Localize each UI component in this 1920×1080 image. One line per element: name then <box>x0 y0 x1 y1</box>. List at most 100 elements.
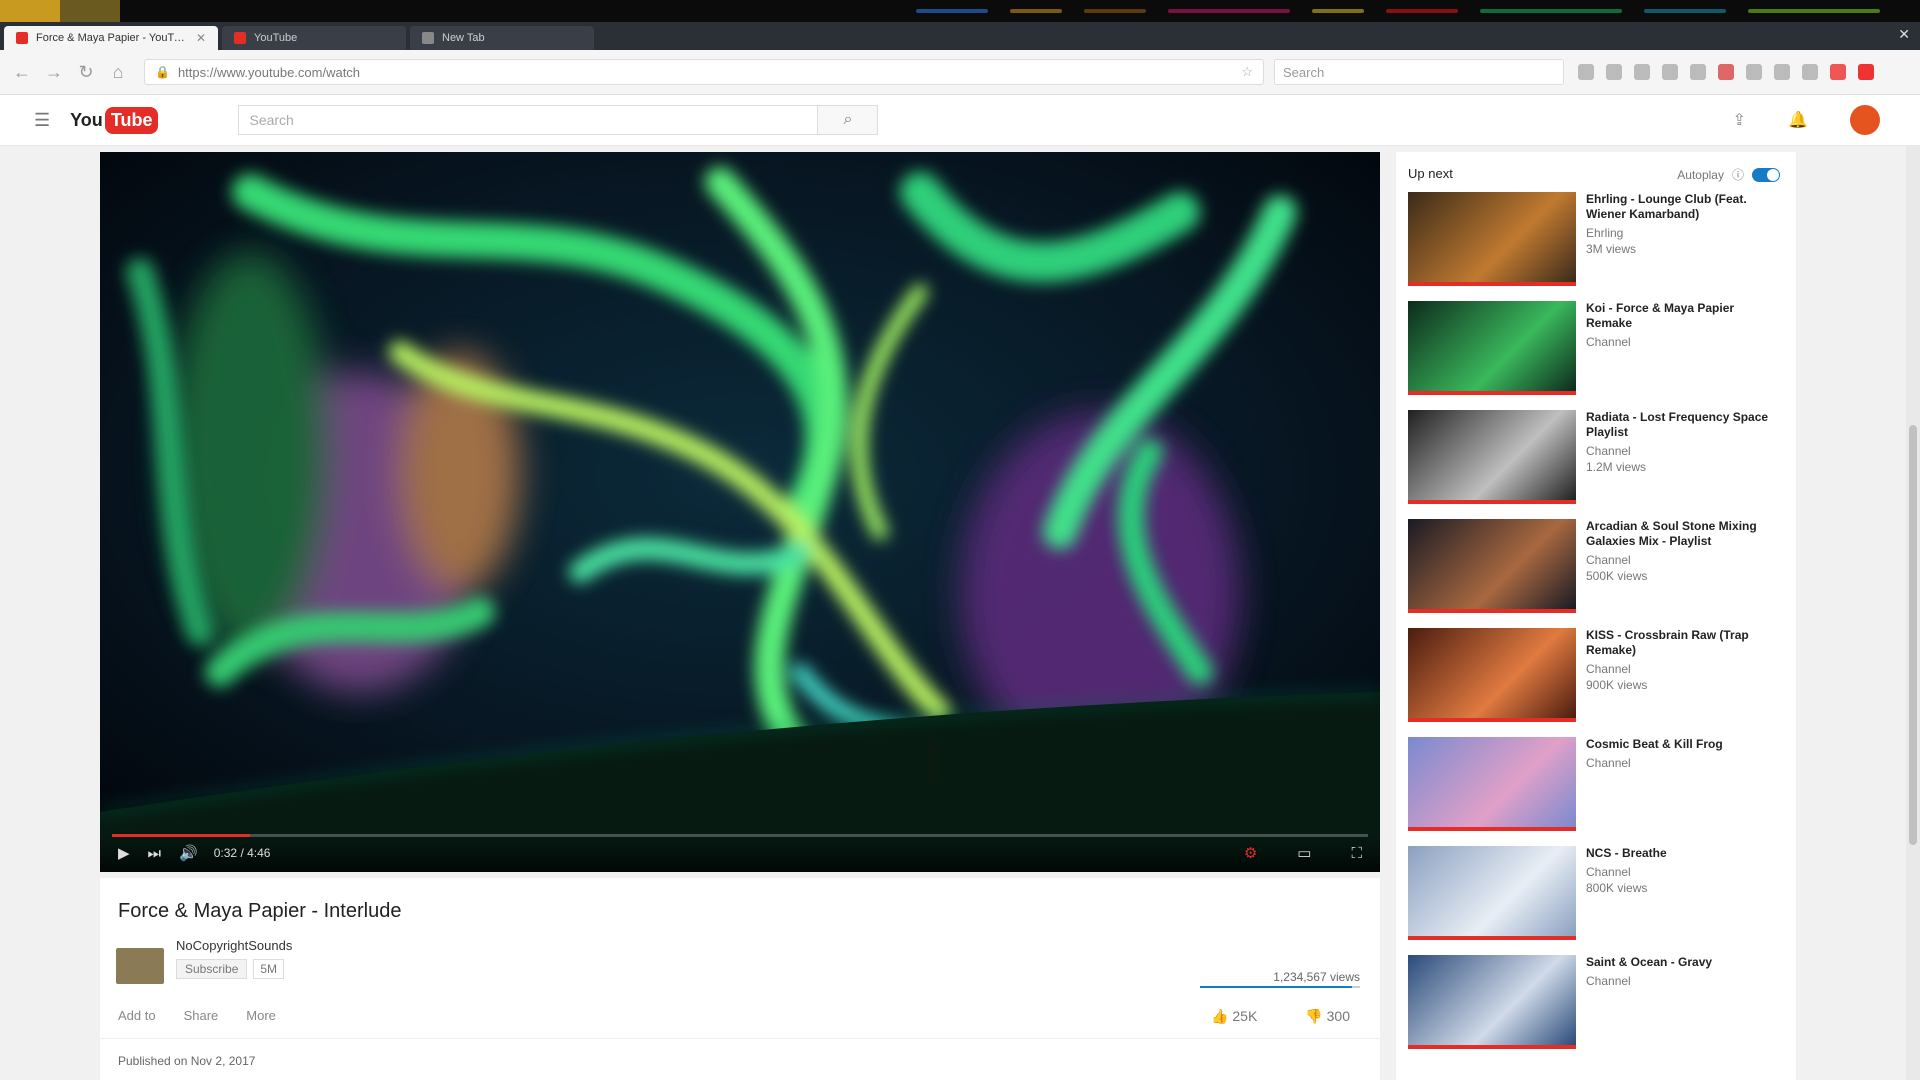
page-scrollbar[interactable] <box>1906 145 1920 1080</box>
video-title[interactable]: Cosmic Beat & Kill Frog <box>1586 737 1781 752</box>
user-avatar[interactable] <box>1850 105 1880 135</box>
browser-tab[interactable]: New Tab <box>410 26 594 50</box>
video-title[interactable]: Saint & Ocean - Gravy <box>1586 955 1781 970</box>
reload-icon[interactable]: ↻ <box>70 62 102 83</box>
extension-icon[interactable] <box>1578 64 1594 80</box>
extension-icon[interactable] <box>1662 64 1678 80</box>
extension-icon[interactable] <box>1690 64 1706 80</box>
video-player[interactable]: ▶ ⏭ 🔊 0:32 / 4:46 ⚙ ▭ ⛶ <box>100 152 1380 872</box>
recommended-video[interactable]: Radiata - Lost Frequency Space Playlist C… <box>1408 410 1788 506</box>
extension-icon[interactable] <box>1634 64 1650 80</box>
sys-block <box>0 0 60 22</box>
sys-widgets <box>916 9 1880 13</box>
more-button[interactable]: More <box>246 1008 276 1023</box>
play-icon[interactable]: ▶ <box>118 844 130 862</box>
video-actions: Add to Share More <box>118 1008 276 1023</box>
recommended-video[interactable]: Arcadian & Soul Stone Mixing Galaxies Mi… <box>1408 519 1788 615</box>
video-title[interactable]: Arcadian & Soul Stone Mixing Galaxies Mi… <box>1586 519 1781 549</box>
sys-block <box>60 0 120 22</box>
like-ratio-bar <box>1200 986 1360 988</box>
next-icon[interactable]: ⏭ <box>148 845 162 862</box>
recommended-video[interactable]: Ehrling - Lounge Club (Feat. Wiener Kama… <box>1408 192 1788 288</box>
window-close-icon[interactable]: ✕ <box>1898 26 1910 43</box>
recommended-video[interactable]: NCS - Breathe Channel 800K views <box>1408 846 1788 942</box>
video-thumbnail[interactable] <box>1408 192 1576 286</box>
back-icon[interactable]: ← <box>6 62 38 83</box>
scrollbar-thumb[interactable] <box>1909 425 1917 845</box>
info-icon[interactable]: ⓘ <box>1732 166 1744 183</box>
browser-search-input[interactable]: Search <box>1274 59 1564 85</box>
add-to-button[interactable]: Add to <box>118 1008 156 1023</box>
like-ratio-fill <box>1200 986 1352 988</box>
extension-icon[interactable] <box>1858 64 1874 80</box>
video-thumbnail[interactable] <box>1408 955 1576 1049</box>
video-title[interactable]: Koi - Force & Maya Papier Remake <box>1586 301 1781 331</box>
sys-widget <box>1312 9 1364 13</box>
fullscreen-icon[interactable]: ⛶ <box>1351 845 1362 862</box>
recommended-video[interactable]: Saint & Ocean - Gravy Channel <box>1408 955 1788 1051</box>
video-thumbnail[interactable] <box>1408 410 1576 504</box>
video-channel: Channel <box>1586 444 1631 458</box>
bookmark-star-icon[interactable]: ☆ <box>1241 64 1253 80</box>
extension-icon[interactable] <box>1606 64 1622 80</box>
lock-icon: 🔒 <box>155 65 170 79</box>
close-icon[interactable]: ✕ <box>196 31 206 45</box>
autoplay-label: Autoplay <box>1677 167 1724 182</box>
extension-icon[interactable] <box>1830 64 1846 80</box>
video-title[interactable]: Radiata - Lost Frequency Space Playlist <box>1586 410 1781 440</box>
theater-icon[interactable]: ▭ <box>1297 844 1311 862</box>
volume-icon[interactable]: 🔊 <box>179 844 198 862</box>
rating-buttons: 👍 25K 👎 300 <box>1211 1008 1350 1025</box>
bell-icon[interactable]: 🔔 <box>1788 110 1808 130</box>
search-button[interactable]: ⌕ <box>818 105 879 135</box>
extension-icon[interactable] <box>1774 64 1790 80</box>
sys-widget <box>1748 9 1880 13</box>
forward-icon[interactable]: → <box>38 62 70 83</box>
up-next-heading: Up next <box>1408 166 1453 181</box>
tab-label: Force & Maya Papier - YouTube <box>36 32 188 44</box>
video-thumbnail[interactable] <box>1408 628 1576 722</box>
share-button[interactable]: Share <box>184 1008 219 1023</box>
recommended-video[interactable]: Cosmic Beat & Kill Frog Channel <box>1408 737 1788 833</box>
video-title[interactable]: NCS - Breathe <box>1586 846 1781 861</box>
recommended-video[interactable]: KISS - Crossbrain Raw (Trap Remake) Chann… <box>1408 628 1788 724</box>
progress-bar[interactable] <box>112 834 1368 837</box>
like-button[interactable]: 👍 25K <box>1211 1008 1257 1025</box>
video-title[interactable]: Ehrling - Lounge Club (Feat. Wiener Kama… <box>1586 192 1781 222</box>
dislike-button[interactable]: 👎 300 <box>1305 1008 1350 1025</box>
youtube-logo[interactable]: You Tube <box>70 106 159 134</box>
video-thumbnail[interactable] <box>1408 519 1576 613</box>
video-channel: Channel <box>1586 756 1631 770</box>
channel-name[interactable]: NoCopyrightSounds <box>176 938 292 953</box>
youtube-masthead: ☰ You Tube Search ⌕ ⇪ 🔔 <box>0 95 1920 146</box>
recommended-video[interactable]: Koi - Force & Maya Papier Remake Channel <box>1408 301 1788 397</box>
progress-fill <box>112 834 251 837</box>
browser-tab[interactable]: YouTube <box>222 26 406 50</box>
video-views: 3M views <box>1586 242 1637 256</box>
menu-icon[interactable]: ☰ <box>34 110 50 131</box>
subscribe-button[interactable]: Subscribe 5M <box>176 958 285 980</box>
video-channel: Channel <box>1586 335 1631 349</box>
browser-tab-active[interactable]: Force & Maya Papier - YouTube ✕ <box>4 26 218 50</box>
upload-icon[interactable]: ⇪ <box>1733 110 1746 130</box>
home-icon[interactable]: ⌂ <box>102 62 134 83</box>
video-thumbnail[interactable] <box>1408 301 1576 395</box>
extension-icon[interactable] <box>1746 64 1762 80</box>
video-title: Force & Maya Papier - Interlude <box>118 900 402 922</box>
video-thumbnail[interactable] <box>1408 737 1576 831</box>
extension-icon[interactable] <box>1718 64 1734 80</box>
autoplay-control: Autoplay ⓘ <box>1677 166 1780 183</box>
video-meta: KISS - Crossbrain Raw (Trap Remake) Chann… <box>1586 628 1781 724</box>
search-input[interactable]: Search <box>238 105 819 135</box>
extension-icon[interactable] <box>1802 64 1818 80</box>
video-thumbnail[interactable] <box>1408 846 1576 940</box>
settings-icon[interactable]: ⚙ <box>1244 844 1257 862</box>
channel-avatar[interactable] <box>116 948 164 984</box>
video-title[interactable]: KISS - Crossbrain Raw (Trap Remake) <box>1586 628 1781 658</box>
dislike-count: 300 <box>1326 1008 1350 1024</box>
video-channel: Channel <box>1586 662 1631 676</box>
autoplay-toggle[interactable] <box>1752 167 1780 182</box>
browser-search-placeholder: Search <box>1283 64 1325 80</box>
system-status-bar <box>0 0 1920 22</box>
address-bar[interactable]: 🔒 https://www.youtube.com/watch ☆ <box>144 59 1264 85</box>
